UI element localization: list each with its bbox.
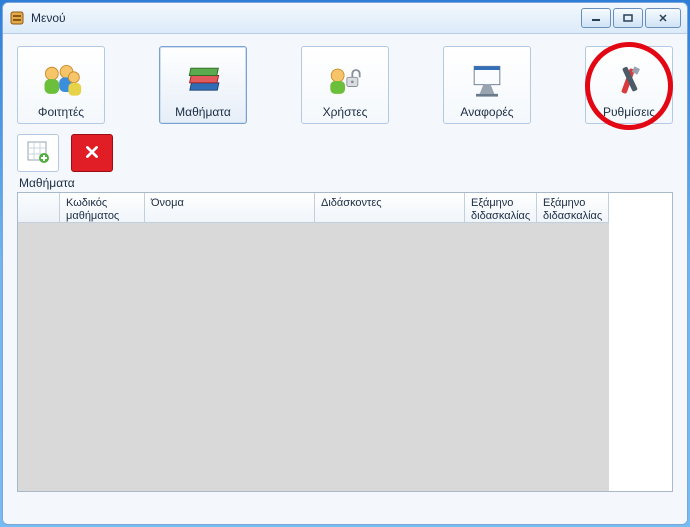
titlebar: Μενού bbox=[3, 3, 687, 34]
add-button[interactable] bbox=[17, 134, 59, 172]
close-button[interactable] bbox=[645, 8, 681, 28]
client-area: Φοιτητές Μαθήματα bbox=[3, 34, 687, 525]
col-semester2[interactable]: Εξάμηνο διδασκαλίας bbox=[537, 193, 609, 223]
add-icon bbox=[26, 140, 50, 167]
grid-body-empty bbox=[18, 223, 609, 492]
main-toolbar: Φοιτητές Μαθήματα bbox=[17, 46, 673, 124]
settings-label: Ρυθμίσεις bbox=[603, 105, 655, 119]
action-bar bbox=[17, 134, 673, 172]
reports-icon bbox=[465, 61, 509, 101]
students-button[interactable]: Φοιτητές bbox=[17, 46, 105, 124]
students-icon bbox=[39, 61, 83, 101]
col-name[interactable]: Όνομα bbox=[145, 193, 315, 223]
data-grid[interactable]: Κωδικός μαθήματος Όνομα Διδάσκοντες Εξάμ… bbox=[17, 192, 673, 492]
col-semester1[interactable]: Εξάμηνο διδασκαλίας bbox=[465, 193, 537, 223]
col-code[interactable]: Κωδικός μαθήματος bbox=[60, 193, 145, 223]
users-label: Χρήστες bbox=[323, 105, 368, 119]
delete-icon bbox=[81, 141, 103, 166]
students-label: Φοιτητές bbox=[38, 105, 84, 119]
minimize-button[interactable] bbox=[581, 8, 611, 28]
grid-row-selector-header[interactable] bbox=[18, 193, 60, 223]
grid-header-row: Κωδικός μαθήματος Όνομα Διδάσκοντες Εξάμ… bbox=[18, 193, 672, 492]
courses-icon bbox=[181, 61, 225, 101]
users-icon bbox=[323, 61, 367, 101]
reports-label: Αναφορές bbox=[460, 105, 513, 119]
delete-button[interactable] bbox=[71, 134, 113, 172]
courses-label: Μαθήματα bbox=[175, 105, 231, 119]
window-title: Μενού bbox=[31, 11, 581, 25]
section-label: Μαθήματα bbox=[19, 176, 673, 190]
courses-button[interactable]: Μαθήματα bbox=[159, 46, 247, 124]
users-button[interactable]: Χρήστες bbox=[301, 46, 389, 124]
window-controls bbox=[581, 8, 681, 28]
maximize-button[interactable] bbox=[613, 8, 643, 28]
col-teachers[interactable]: Διδάσκοντες bbox=[315, 193, 465, 223]
settings-button[interactable]: Ρυθμίσεις bbox=[585, 46, 673, 124]
app-icon bbox=[9, 10, 25, 26]
reports-button[interactable]: Αναφορές bbox=[443, 46, 531, 124]
settings-icon bbox=[607, 61, 651, 101]
app-window: Μενού bbox=[2, 2, 688, 525]
